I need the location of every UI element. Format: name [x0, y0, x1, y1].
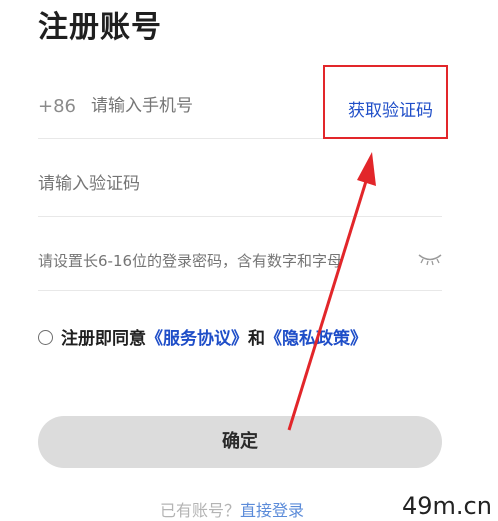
agreement-prefix: 注册即同意 — [61, 329, 146, 349]
service-agreement-link[interactable]: 《服务协议》 — [146, 329, 248, 349]
eye-closed-icon[interactable] — [418, 252, 442, 266]
code-field-row — [38, 158, 442, 217]
page-title: 注册账号 — [38, 10, 162, 45]
agree-radio[interactable] — [38, 330, 53, 345]
watermark: 49m.cn — [398, 492, 498, 521]
phone-input[interactable] — [91, 96, 311, 116]
country-code[interactable]: +86 — [38, 96, 76, 117]
login-prompt-line: 已有账号？直接登录 — [160, 497, 304, 521]
agreement-and: 和 — [248, 329, 265, 349]
login-prompt: 已有账号？ — [160, 501, 241, 520]
direct-login-link[interactable]: 直接登录 — [240, 501, 304, 520]
verification-code-input[interactable] — [38, 174, 338, 194]
password-input[interactable] — [38, 252, 398, 270]
password-field-row — [38, 232, 442, 291]
confirm-button[interactable]: 确定 — [38, 416, 442, 468]
privacy-policy-link[interactable]: 《隐私政策》 — [265, 329, 367, 349]
get-code-button[interactable]: 获取验证码 — [348, 96, 433, 121]
agreement-line: 注册即同意《服务协议》和《隐私政策》 — [38, 324, 367, 349]
register-page: 注册账号 +86 获取验证码 注册即同意《服务协议》和《隐私政策》 确定 已有账… — [0, 0, 498, 521]
